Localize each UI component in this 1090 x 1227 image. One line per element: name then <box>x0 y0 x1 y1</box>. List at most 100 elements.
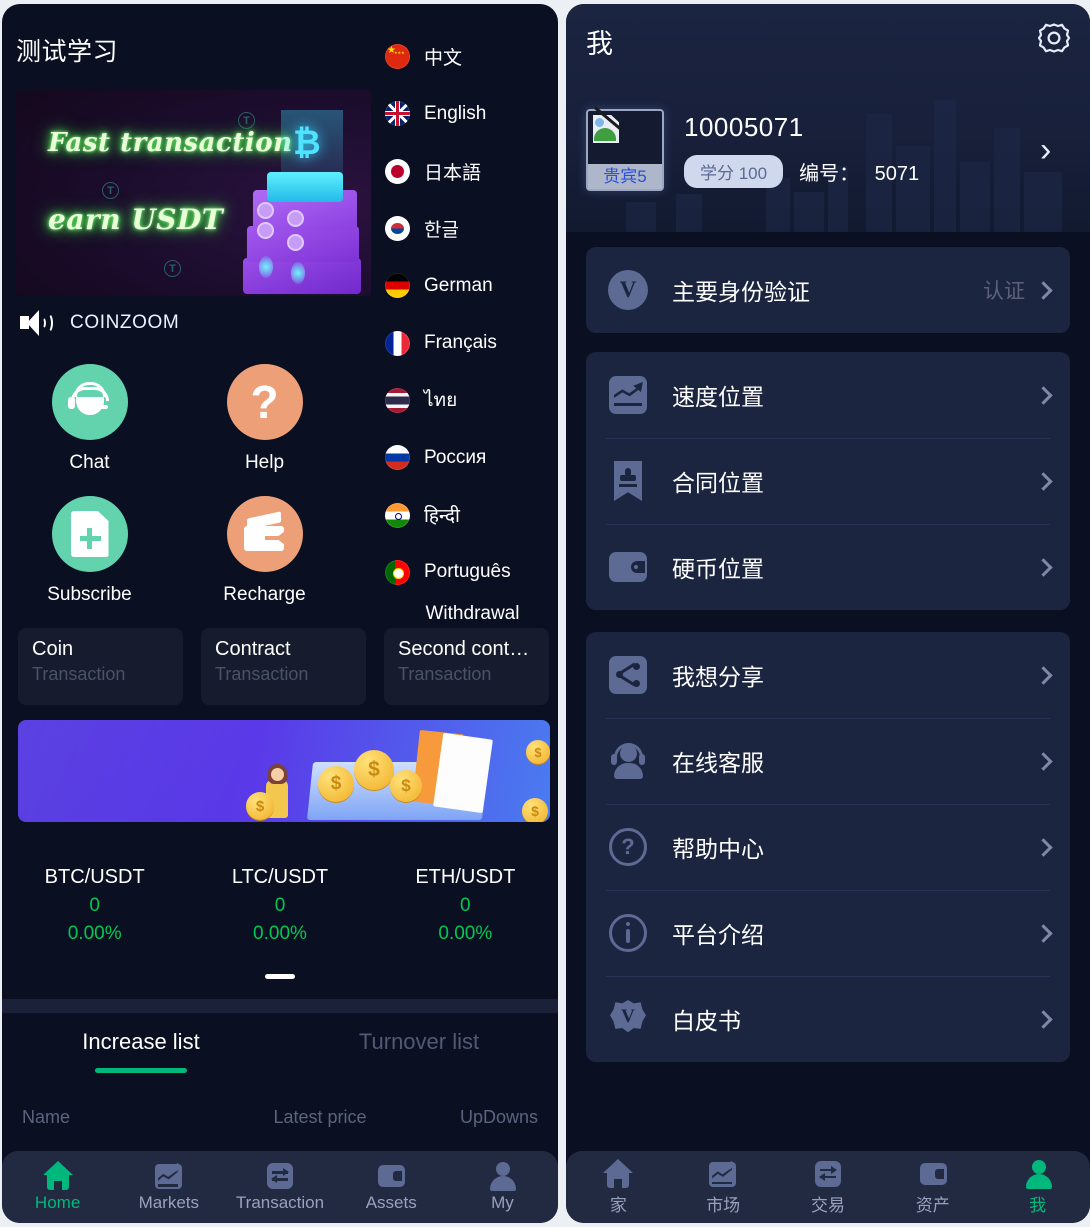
home-icon <box>601 1158 635 1189</box>
language-option-ru[interactable]: Россия <box>385 429 558 486</box>
nav-markets[interactable]: 市场 <box>671 1157 776 1216</box>
action-label: Subscribe <box>47 584 132 605</box>
language-option-zh[interactable]: 中文 <box>385 28 558 85</box>
menu-item-help-center[interactable]: ? 帮助中心 <box>586 804 1070 890</box>
tab-label: Turnover list <box>358 1029 480 1054</box>
flag-india-icon <box>385 502 410 528</box>
avatar[interactable]: 贵宾5 <box>586 106 664 191</box>
gear-icon[interactable] <box>1036 20 1072 56</box>
profile-row[interactable]: 贵宾5 10005071 学分 100 编号： 5071 › <box>586 106 1070 191</box>
menu-right-text: 认证 <box>983 280 1025 303</box>
action-recharge[interactable]: Recharge <box>177 496 352 606</box>
carousel-indicator[interactable] <box>2 974 558 979</box>
language-list: 中文 English 日本語 한글 German <box>385 28 558 625</box>
section-divider <box>2 999 558 1013</box>
language-option-ja[interactable]: 日本語 <box>385 143 558 200</box>
credit-badge: 学分 100 <box>684 155 784 188</box>
wallet-icon <box>606 545 650 589</box>
ticker-ltc-usdt[interactable]: LTC/USDT 0 0.00% <box>187 866 372 945</box>
menu-item-whitepaper[interactable]: 白皮书 <box>586 976 1070 1062</box>
question-circle-icon: ? <box>606 825 650 869</box>
language-label: हिन्दी <box>424 506 460 528</box>
language-option-en[interactable]: English <box>385 85 558 142</box>
chevron-right-icon <box>1034 385 1053 405</box>
language-label: English <box>424 102 487 124</box>
card-contract-transaction[interactable]: Contract Transaction <box>201 628 366 705</box>
nav-assets[interactable]: 资产 <box>880 1159 985 1216</box>
nav-home[interactable]: Home <box>2 1161 113 1213</box>
menu-item-contract-position[interactable]: 合同位置 <box>586 438 1070 524</box>
action-label: Chat <box>69 452 110 473</box>
wallet-arrow-icon <box>226 496 303 572</box>
menu-item-platform-intro[interactable]: 平台介绍 <box>586 890 1070 976</box>
ticker-change: 0.00% <box>438 923 493 944</box>
promo-banner[interactable]: $ $ $ $ $ $ <box>18 720 550 822</box>
nav-markets[interactable]: Markets <box>113 1160 224 1213</box>
card-title: Second cont… <box>398 638 530 660</box>
language-option-fr[interactable]: Français <box>385 314 558 371</box>
left-scroll-area[interactable]: 测试学习 T T T Fast transaction earn USDT ₿ <box>2 4 558 1223</box>
menu-item-coin-position[interactable]: 硬币位置 <box>586 524 1070 610</box>
language-option-hi[interactable]: हिन्दी <box>385 486 558 543</box>
menu-group-positions: 速度位置 合同位置 硬币位置 <box>586 352 1070 610</box>
card-second-contract-transaction[interactable]: Second cont… Transaction <box>384 628 549 705</box>
nav-label: 家 <box>609 1195 627 1215</box>
action-label: Help <box>244 452 285 473</box>
language-option-th[interactable]: ไทย <box>385 372 558 429</box>
nav-label: Assets <box>365 1193 417 1212</box>
nav-label: 我 <box>1029 1195 1047 1215</box>
left-phone-panel: 测试学习 T T T Fast transaction earn USDT ₿ <box>2 4 558 1223</box>
menu-item-share[interactable]: 我想分享 <box>586 632 1070 718</box>
broken-image-icon <box>593 106 622 143</box>
hero-banner[interactable]: T T T Fast transaction earn USDT ₿ <box>16 90 371 296</box>
ticker-change: 0.00% <box>67 923 122 944</box>
menu-label: 在线客服 <box>672 750 764 776</box>
chevron-right-icon <box>1034 471 1053 491</box>
ticker-eth-usdt[interactable]: ETH/USDT 0 0.00% <box>373 866 558 945</box>
language-option-de[interactable]: German <box>385 257 558 314</box>
ticker-btc-usdt[interactable]: BTC/USDT 0 0.00% <box>2 866 187 945</box>
language-option-pt[interactable]: Português <box>385 544 558 601</box>
contract-stamp-icon <box>606 459 650 503</box>
chart-icon <box>706 1157 740 1189</box>
chevron-right-icon[interactable]: › <box>1040 133 1070 167</box>
action-chat[interactable]: Chat <box>2 364 177 474</box>
language-label: Россия <box>424 446 487 468</box>
verify-badge-icon <box>606 268 650 312</box>
announcement-bar[interactable]: COINZOOM <box>20 309 179 337</box>
nav-home[interactable]: 家 <box>566 1158 671 1216</box>
ticker-value: 0 <box>460 895 471 916</box>
column-header-updowns: UpDowns <box>459 1107 538 1127</box>
trend-chart-icon <box>606 373 650 417</box>
nav-label: Markets <box>138 1193 200 1212</box>
nav-label: 资产 <box>915 1195 950 1215</box>
tab-turnover-list[interactable]: Turnover list <box>280 1029 558 1055</box>
customer-service-icon <box>606 739 650 783</box>
menu-group-verification: 主要身份验证 认证 <box>586 247 1070 333</box>
chart-icon <box>152 1160 186 1191</box>
action-help[interactable]: ? Help <box>177 364 352 474</box>
action-withdrawal-label[interactable]: Withdrawal <box>385 603 558 625</box>
language-label: 日本語 <box>424 162 482 184</box>
transaction-cards: Coin Transaction Contract Transaction Se… <box>18 628 549 705</box>
menu-item-identity-verification[interactable]: 主要身份验证 认证 <box>586 247 1070 333</box>
menu-item-online-service[interactable]: 在线客服 <box>586 718 1070 804</box>
nav-transaction[interactable]: Transaction <box>224 1161 335 1213</box>
language-option-ko[interactable]: 한글 <box>385 200 558 257</box>
price-ticker-row: BTC/USDT 0 0.00% LTC/USDT 0 0.00% ETH/US… <box>2 866 558 945</box>
user-number-value: 5071 <box>874 163 920 185</box>
language-label: ไทย <box>424 390 458 412</box>
ticker-pair: LTC/USDT <box>231 866 329 888</box>
action-subscribe[interactable]: Subscribe <box>2 496 177 606</box>
column-header-name: Name <box>22 1107 71 1127</box>
nav-my[interactable]: My <box>447 1161 558 1213</box>
menu-item-speed-position[interactable]: 速度位置 <box>586 352 1070 438</box>
nav-transaction[interactable]: 交易 <box>776 1159 881 1216</box>
nav-assets[interactable]: Assets <box>336 1161 447 1213</box>
whitepaper-badge-icon <box>606 997 650 1041</box>
nav-my[interactable]: 我 <box>985 1159 1090 1216</box>
tab-increase-list[interactable]: Increase list <box>2 1029 280 1073</box>
card-coin-transaction[interactable]: Coin Transaction <box>18 628 183 705</box>
menu-label: 我想分享 <box>672 664 764 690</box>
nav-label: Transaction <box>235 1193 325 1212</box>
